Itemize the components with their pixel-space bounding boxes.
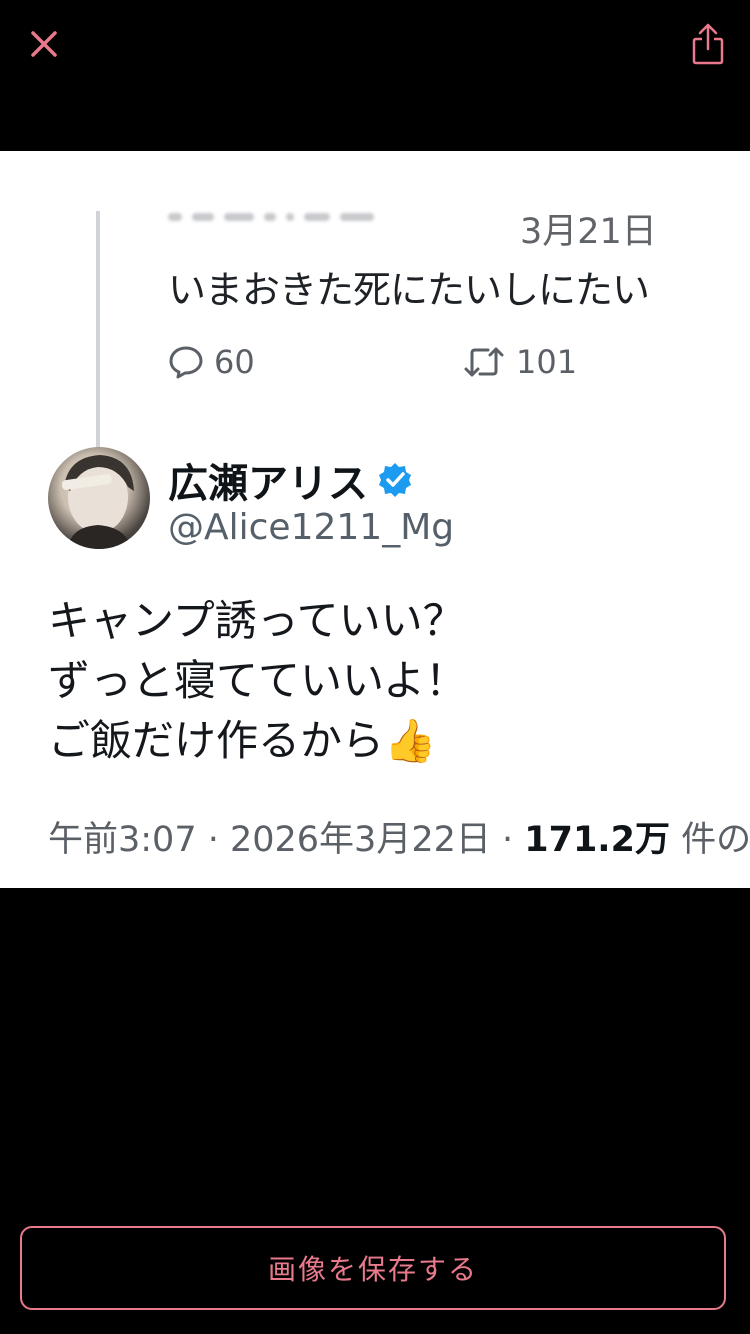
tweet-line-3: ご飯だけ作るから👍 bbox=[48, 716, 437, 765]
views-suffix: 件の表示 bbox=[681, 820, 750, 860]
tweet-line-1: キャンプ誘っていい？ bbox=[48, 596, 465, 645]
reply-count: 60 bbox=[214, 343, 255, 381]
avatar bbox=[48, 447, 150, 549]
author-name-text: 広瀬アリス bbox=[168, 461, 368, 507]
tweet-line-2: ずっと寝てていいよ！ bbox=[48, 656, 468, 705]
retweet-icon bbox=[464, 347, 504, 377]
tweet-body: キャンプ誘っていい？ ずっと寝てていいよ！ ご飯だけ作るから👍 bbox=[48, 591, 467, 771]
tweet-meta: 午前3:07 · 2026年3月22日 · 171.2万 件の表示 bbox=[48, 811, 750, 862]
author-display-name: 広瀬アリス bbox=[168, 451, 414, 509]
retweet-stat: 101 bbox=[462, 343, 577, 381]
verified-badge-icon bbox=[379, 463, 411, 497]
thread-line bbox=[96, 211, 100, 451]
close-icon bbox=[31, 31, 57, 57]
reply-icon bbox=[169, 346, 203, 379]
author-handle: @Alice1211_Mg bbox=[168, 507, 455, 548]
tweet-time-date: 午前3:07 · 2026年3月22日 · bbox=[48, 820, 525, 860]
reply-stat: 60 bbox=[168, 343, 255, 381]
image-viewer: 3月21日 いまおきた死にたいしにたい 60 101 広瀬アリス @Alice1… bbox=[0, 0, 750, 1334]
retweet-count: 101 bbox=[516, 343, 578, 381]
blurred-username bbox=[168, 213, 374, 221]
tweet-screenshot-image: 3月21日 いまおきた死にたいしにたい 60 101 広瀬アリス @Alice1… bbox=[0, 151, 750, 888]
close-button[interactable] bbox=[22, 22, 66, 66]
views-count: 171.2万 bbox=[524, 820, 670, 860]
share-icon bbox=[692, 23, 724, 65]
share-button[interactable] bbox=[686, 20, 730, 68]
previous-tweet-text: いまおきた死にたいしにたい bbox=[168, 268, 650, 312]
save-image-button[interactable]: 画像を保存する bbox=[20, 1226, 726, 1310]
previous-tweet-date: 3月21日 bbox=[520, 212, 657, 252]
